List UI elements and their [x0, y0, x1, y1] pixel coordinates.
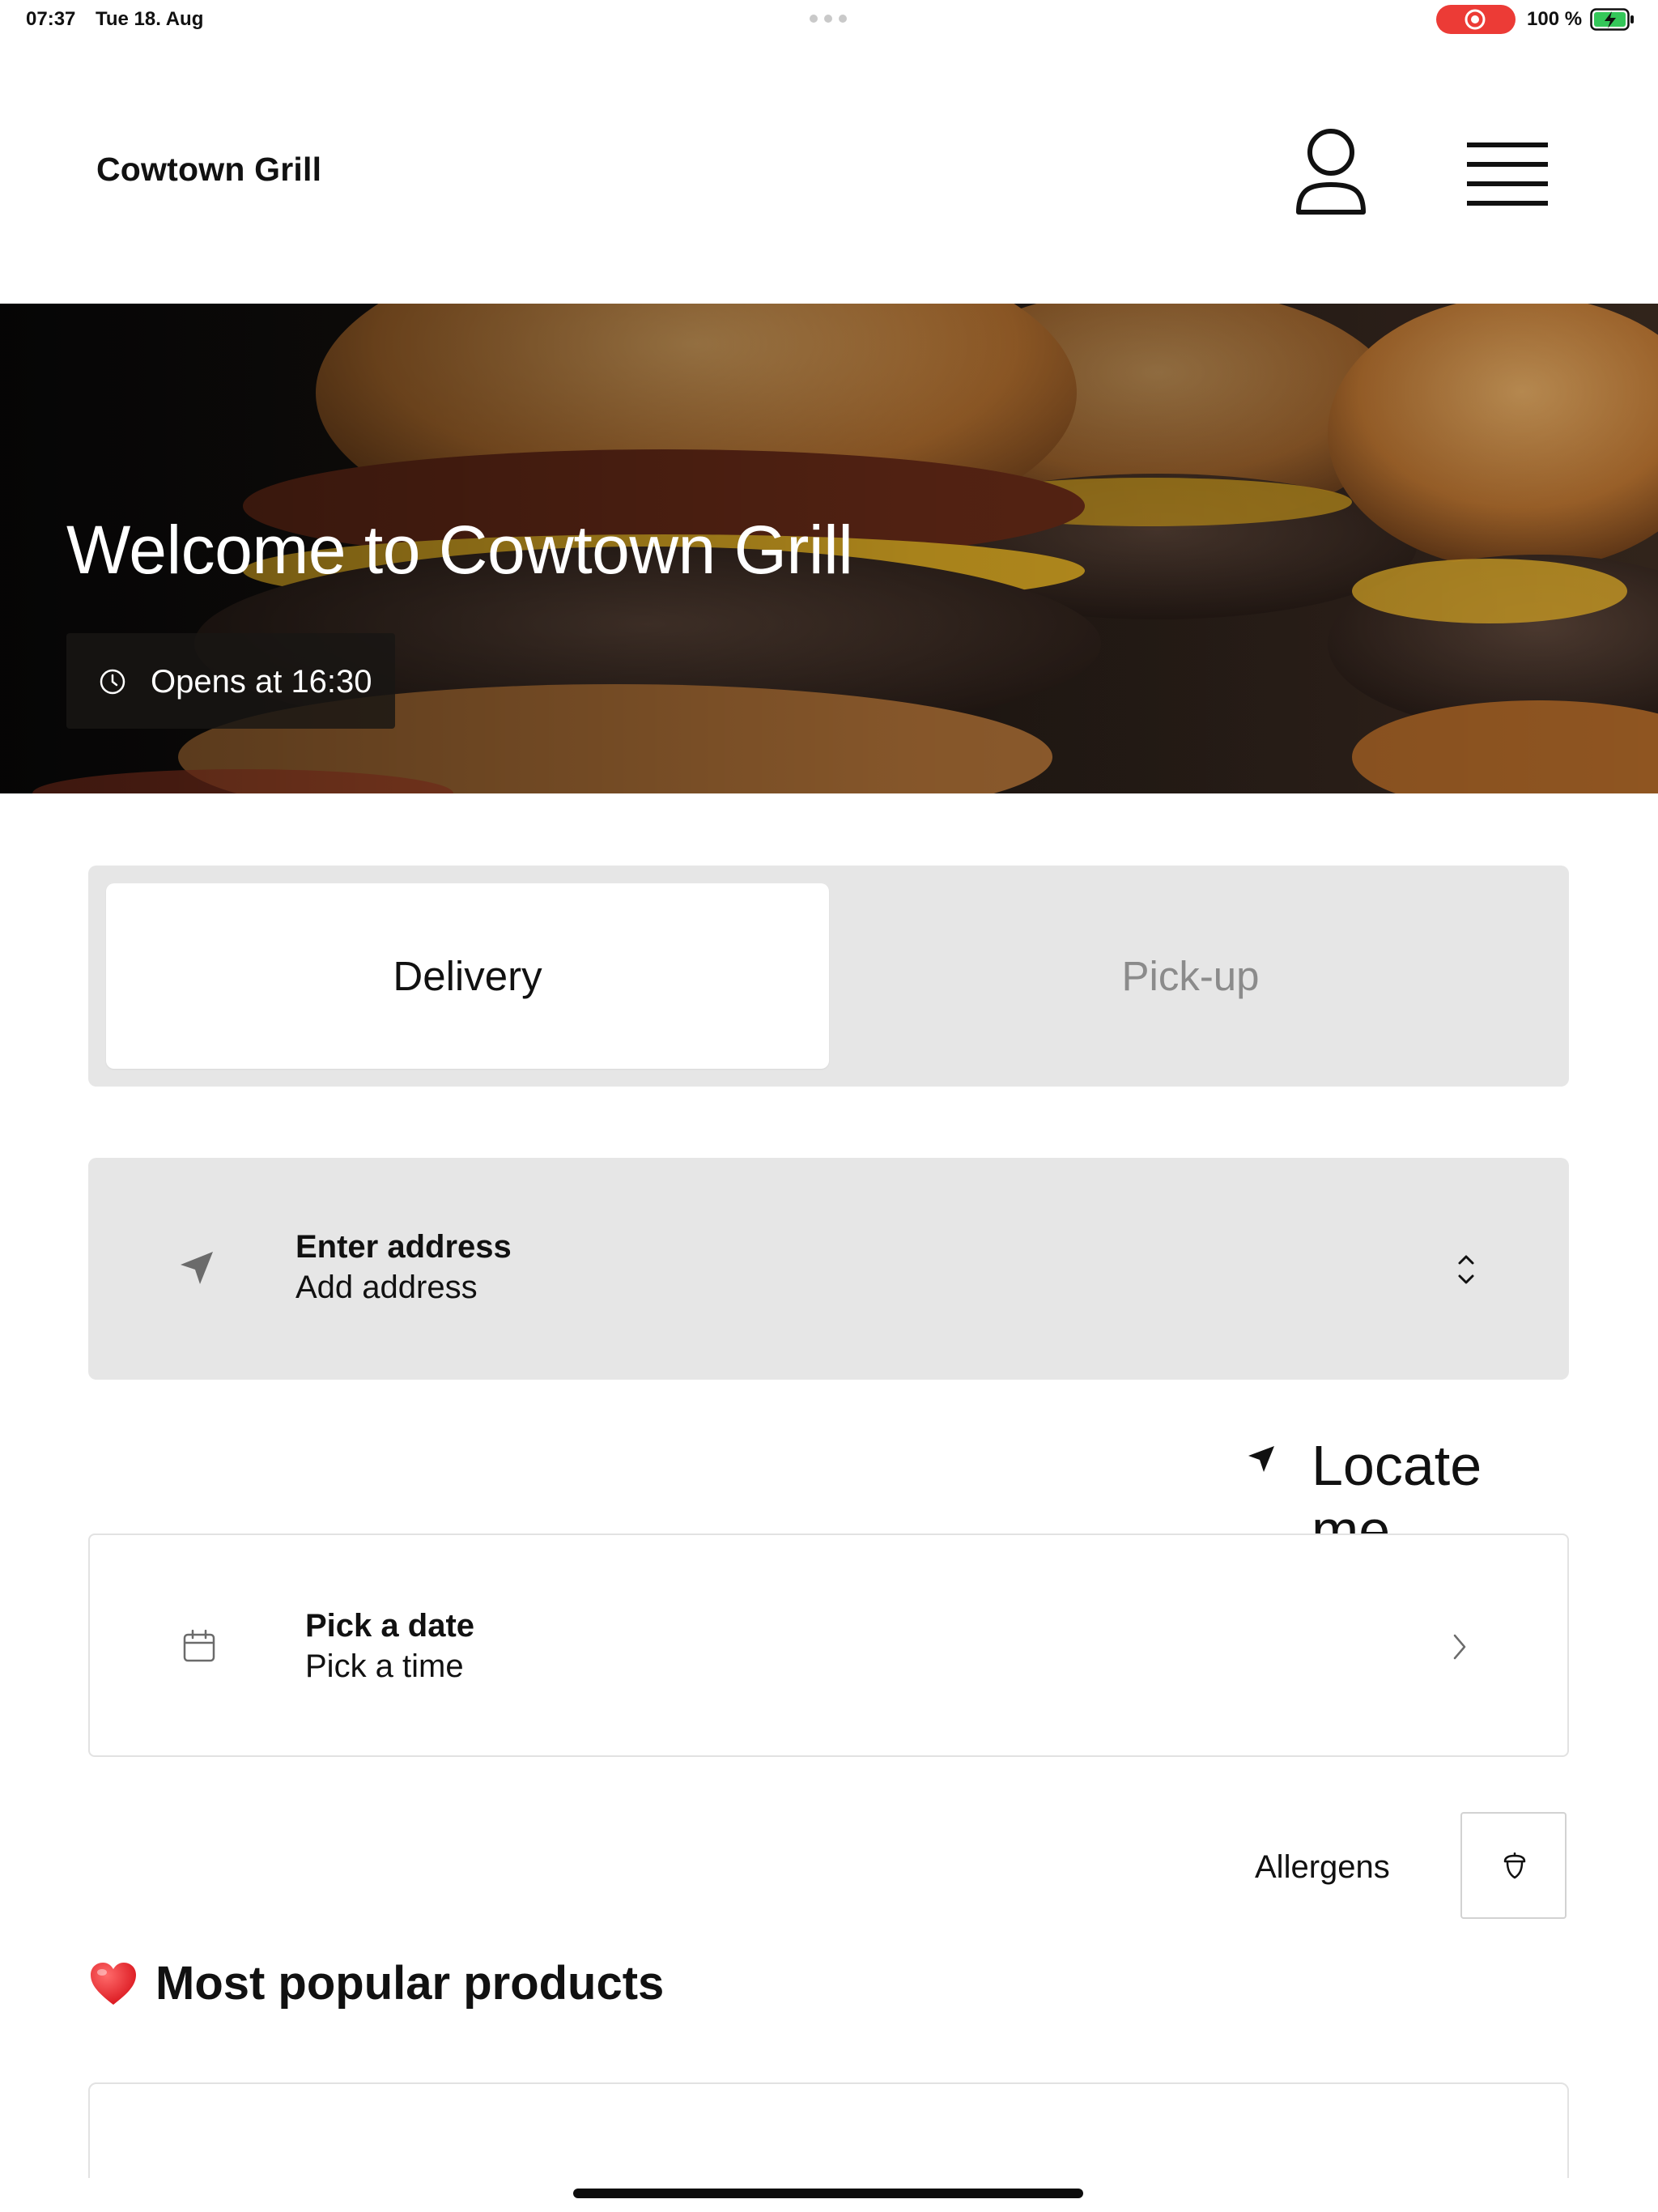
address-title: Enter address — [295, 1229, 512, 1265]
heart-emoji-icon — [91, 1962, 136, 2005]
location-arrow-icon — [1248, 1446, 1274, 1472]
acorn-allergen-icon — [1503, 1853, 1526, 1879]
battery-charging-icon — [1590, 8, 1634, 31]
calendar-icon — [183, 1629, 215, 1662]
locate-me-button[interactable]: Locate me — [1239, 1425, 1569, 1562]
tab-delivery[interactable]: Delivery — [106, 883, 829, 1069]
user-profile-icon[interactable] — [1290, 125, 1371, 222]
status-time: 07:37 — [26, 8, 76, 30]
chevron-right-icon — [1453, 1634, 1466, 1660]
up-down-chevron-icon — [1458, 1255, 1474, 1284]
hero-title: Welcome to Cowtown Grill — [66, 512, 853, 588]
date-time-picker[interactable]: Pick a date Pick a time — [88, 1534, 1569, 1757]
multitasking-dots-icon[interactable] — [810, 15, 847, 23]
tab-pick-up[interactable]: Pick-up — [829, 883, 1552, 1069]
location-arrow-icon — [181, 1252, 213, 1284]
hamburger-menu-icon[interactable] — [1462, 136, 1553, 212]
address-subtitle: Add address — [295, 1270, 478, 1305]
app-header: Cowtown Grill — [0, 39, 1658, 304]
address-selector[interactable]: Enter address Add address — [88, 1158, 1569, 1380]
opening-hours-badge: Opens at 16:30 — [66, 633, 395, 729]
allergens-button[interactable] — [1460, 1812, 1567, 1919]
status-date: Tue 18. Aug — [96, 8, 204, 30]
clock-icon — [100, 669, 125, 695]
order-mode-segmented-control: Delivery Pick-up — [88, 866, 1569, 1087]
section-most-popular: Most popular products — [89, 1956, 664, 2010]
opening-hours-text: Opens at 16:30 — [151, 664, 372, 700]
home-indicator[interactable] — [573, 2189, 1083, 2198]
allergens-label: Allergens — [1255, 1849, 1390, 1885]
hero-banner: Welcome to Cowtown Grill Opens at 16:30 — [0, 304, 1658, 793]
restaurant-name[interactable]: Cowtown Grill — [96, 151, 321, 189]
section-title: Most popular products — [155, 1957, 665, 2010]
battery-percentage: 100 % — [1527, 8, 1583, 30]
screen-record-icon[interactable] — [1436, 5, 1516, 34]
status-bar: 07:37 Tue 18. Aug 100 % — [0, 0, 1658, 39]
date-title: Pick a date — [305, 1608, 475, 1644]
time-subtitle: Pick a time — [305, 1648, 464, 1684]
